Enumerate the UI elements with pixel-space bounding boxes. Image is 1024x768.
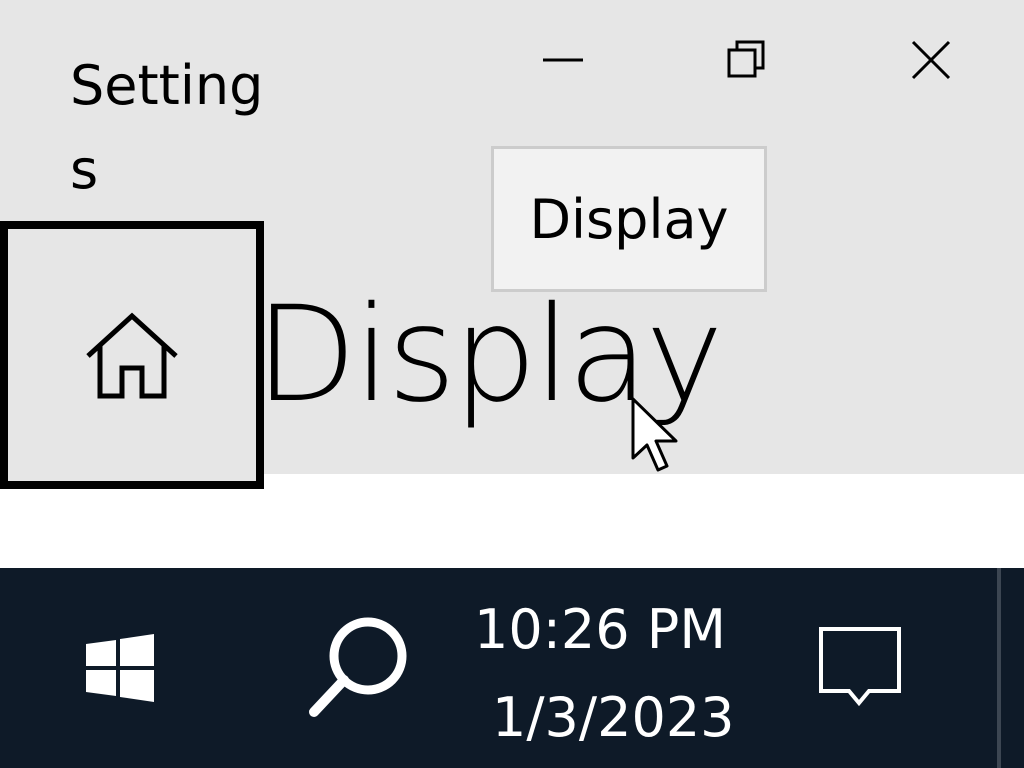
action-center-button[interactable] — [800, 608, 920, 728]
close-button[interactable] — [886, 20, 976, 100]
restore-button[interactable] — [702, 20, 792, 100]
close-icon — [911, 40, 951, 80]
restore-icon — [727, 40, 765, 78]
settings-window: Settings Display Display — [0, 0, 1024, 568]
clock[interactable]: 10:26 PM 1/3/2023 — [460, 588, 740, 758]
search-icon — [309, 617, 407, 717]
taskbar-divider — [997, 568, 1001, 768]
taskbar: 10:26 PM 1/3/2023 — [0, 568, 1024, 768]
start-button[interactable] — [60, 608, 180, 728]
search-button[interactable] — [290, 598, 430, 738]
clock-time: 10:26 PM — [474, 598, 726, 661]
app-title: Settings — [70, 54, 264, 201]
home-icon — [86, 312, 178, 399]
notification-icon — [819, 627, 901, 707]
window-header: Settings Display Display — [0, 0, 1024, 489]
windows-logo-icon — [86, 634, 154, 702]
cursor-icon — [630, 396, 684, 480]
home-button[interactable] — [0, 221, 264, 489]
minimize-icon — [543, 58, 583, 62]
minimize-button[interactable] — [518, 20, 608, 100]
clock-date: 1/3/2023 — [492, 686, 735, 749]
tooltip: Display — [491, 146, 767, 292]
